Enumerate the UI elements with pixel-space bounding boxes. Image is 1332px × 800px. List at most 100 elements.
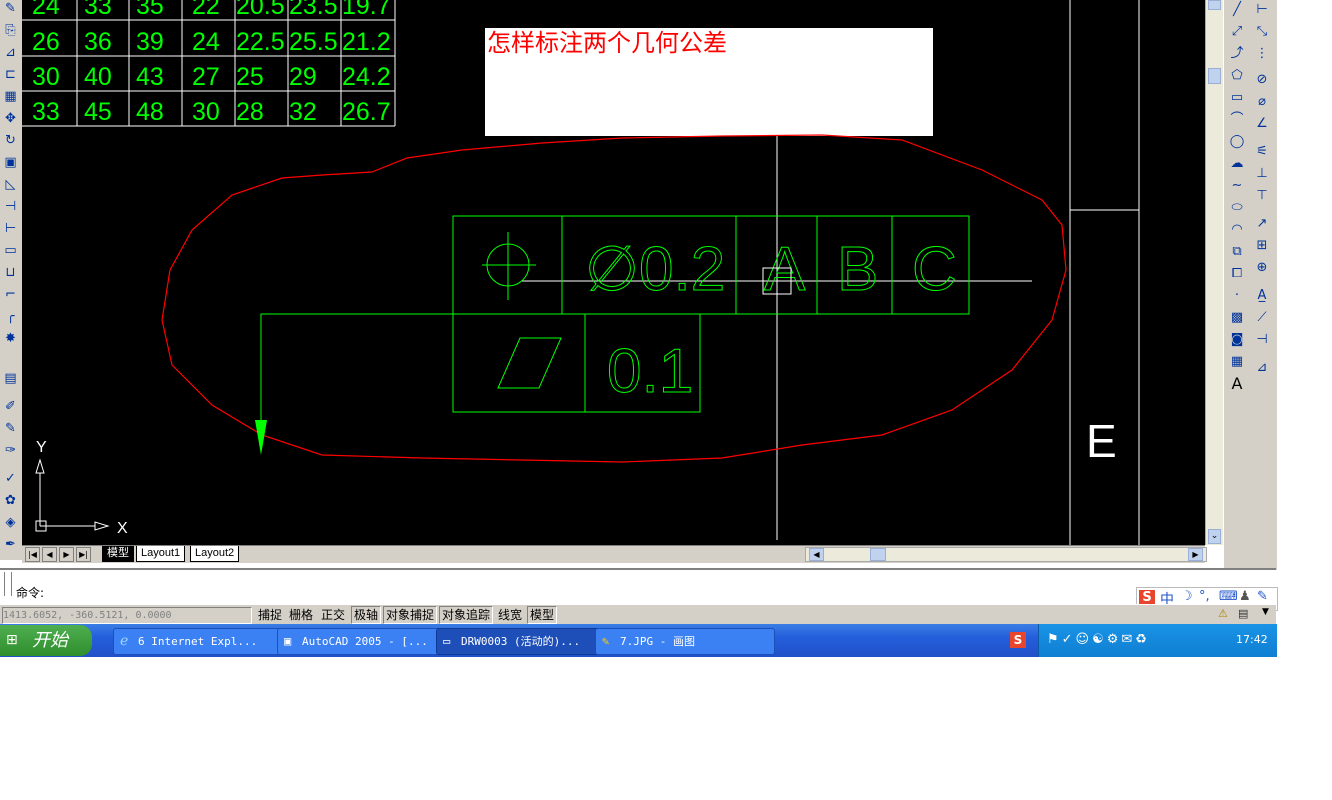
grid-toggle[interactable]: 栅格 (286, 606, 317, 624)
rectangle-icon[interactable]: ▭ (1227, 88, 1247, 108)
vertical-scrollbar[interactable]: ⌄ (1205, 0, 1223, 545)
spline-icon[interactable]: ∼ (1227, 176, 1247, 196)
arc-icon[interactable]: ⌒ (1227, 110, 1247, 130)
grip-icon[interactable] (4, 572, 12, 596)
dimtedit-icon[interactable]: ⟋ (1252, 308, 1272, 328)
tab-model[interactable]: 模型 (102, 546, 134, 562)
ordinate-dim-icon[interactable]: ⋮ (1252, 44, 1272, 64)
angular-dim-icon[interactable]: ∠ (1252, 114, 1272, 134)
scroll-up-icon[interactable] (1208, 0, 1221, 10)
skin-icon[interactable]: ♟ (1239, 589, 1251, 604)
scroll-down-icon[interactable]: ⌄ (1208, 529, 1221, 544)
polyline-icon[interactable]: ⤴ (1227, 44, 1247, 64)
extend-icon[interactable]: ⊢ (2, 220, 19, 237)
dimedit-icon[interactable]: A̲ (1252, 286, 1272, 306)
table-icon[interactable]: ▦ (1227, 352, 1247, 372)
tolerance-icon[interactable]: ⊞ (1252, 236, 1272, 256)
join-icon[interactable]: ⊔ (2, 264, 19, 281)
mirror-icon[interactable]: ⊿ (2, 44, 19, 61)
line-icon[interactable]: ╱ (1227, 0, 1247, 20)
task-autocad[interactable]: ▣ AutoCAD 2005 - [... (277, 628, 457, 655)
pencil-icon[interactable]: ✎ (2, 0, 19, 17)
mtext-icon[interactable]: A (1227, 374, 1247, 394)
task-drw0003[interactable]: ▭ DRW0003 (活动的)... (436, 628, 616, 655)
continue-dim-icon[interactable]: ⊤ (1252, 186, 1272, 206)
break-icon[interactable]: ▭ (2, 242, 19, 259)
model-toggle[interactable]: 模型 (527, 606, 558, 624)
rotate-icon[interactable]: ↻ (2, 132, 19, 149)
leader-icon[interactable]: ↗ (1252, 214, 1272, 234)
match-icon[interactable]: ✎ (2, 420, 19, 437)
hscroll-thumb[interactable] (870, 548, 886, 561)
copy-icon[interactable]: ⎘ (2, 22, 19, 39)
first-tab-icon[interactable]: |◀ (25, 547, 40, 562)
circle-icon[interactable]: ◯ (1227, 132, 1247, 152)
scroll-right-icon[interactable]: ▶ (1188, 548, 1203, 561)
explode-icon[interactable]: ✸ (2, 330, 19, 347)
array-icon[interactable]: ▦ (2, 88, 19, 105)
command-window[interactable]: 命令: (0, 568, 1276, 606)
layer-icon[interactable]: ▤ (2, 370, 19, 387)
ortho-toggle[interactable]: 正交 (318, 606, 349, 624)
point-icon[interactable]: · (1227, 286, 1247, 306)
fillet-icon[interactable]: ╭ (2, 308, 19, 325)
sogou-tray-icon[interactable]: S (1010, 632, 1026, 648)
offset-icon[interactable]: ⊏ (2, 66, 19, 83)
prev-tab-icon[interactable]: ◀ (42, 547, 57, 562)
brush-icon[interactable]: ✑ (2, 442, 19, 459)
scroll-left-icon[interactable]: ◀ (809, 548, 824, 561)
clock[interactable]: 17:42 (1236, 633, 1268, 646)
scroll-thumb[interactable] (1208, 68, 1221, 84)
insert-block-icon[interactable]: ⧉ (1227, 242, 1247, 262)
linear-dim-icon[interactable]: ⊢ (1252, 0, 1272, 20)
tab-layout2[interactable]: Layout2 (190, 546, 240, 562)
last-tab-icon[interactable]: ▶| (76, 547, 91, 562)
punct-icon[interactable]: °, (1199, 589, 1210, 604)
move-icon[interactable]: ✥ (2, 110, 19, 127)
region-icon[interactable]: ◙ (1227, 330, 1247, 350)
update-dim-icon[interactable]: ⊣ (1252, 330, 1272, 350)
chamfer-icon[interactable]: ⌐ (2, 286, 19, 303)
trim-icon[interactable]: ⊣ (2, 198, 19, 215)
palette-icon[interactable]: ✿ (2, 492, 19, 509)
polygon-icon[interactable]: ⬠ (1227, 66, 1247, 86)
coordinate-readout[interactable]: 1413.6052, -360.5121, 0.0000 (2, 607, 252, 624)
polar-toggle[interactable]: 极轴 (351, 606, 382, 624)
radius-dim-icon[interactable]: ⊘ (1252, 70, 1272, 90)
drawing-canvas[interactable]: 24 33 35 22 20.5 23.5 19.7 26 36 39 24 22.5 25.5 21.2… (22, 0, 1205, 545)
lwt-toggle[interactable]: 线宽 (495, 606, 526, 624)
toolbar-lock-icon[interactable]: ▤ (1238, 607, 1248, 620)
moon-icon[interactable]: ☽ (1181, 589, 1193, 604)
tab-layout1[interactable]: Layout1 (136, 546, 186, 562)
properties-icon[interactable]: ✐ (2, 398, 19, 415)
hatch-icon[interactable]: ▩ (1227, 308, 1247, 328)
tag-icon[interactable]: ◈ (2, 514, 19, 531)
dimstyle-icon[interactable]: ⊿ (1252, 358, 1272, 378)
ellipse-arc-icon[interactable]: ◠ (1227, 220, 1247, 240)
ellipse-icon[interactable]: ⬭ (1227, 198, 1247, 218)
start-button[interactable]: ⊞ 开始 (0, 625, 92, 656)
otrack-toggle[interactable]: 对象追踪 (439, 606, 494, 624)
status-menu-icon[interactable]: ▼ (1262, 607, 1269, 617)
snap-toggle[interactable]: 捕捉 (255, 606, 286, 624)
keyboard-icon[interactable]: ⌨ (1219, 589, 1238, 604)
diameter-dim-icon[interactable]: ⌀ (1252, 92, 1272, 112)
next-tab-icon[interactable]: ▶ (59, 547, 74, 562)
quick-dim-icon[interactable]: ⚟ (1252, 142, 1272, 162)
construction-line-icon[interactable]: ⤢ (1227, 22, 1247, 42)
pen-icon[interactable]: ✒ (2, 536, 19, 553)
tray-icons[interactable]: ⚑✓☺☯⚙✉♻ (1047, 632, 1150, 647)
tool-icon[interactable]: ✓ (2, 470, 19, 487)
baseline-dim-icon[interactable]: ⊥ (1252, 164, 1272, 184)
osnap-toggle[interactable]: 对象捕捉 (383, 606, 438, 624)
aligned-dim-icon[interactable]: ⤡ (1252, 22, 1272, 42)
task-paint[interactable]: ✎ 7.JPG - 画图 (595, 628, 775, 655)
task-ie[interactable]: ℯ 6 Internet Expl... (113, 628, 297, 655)
comm-center-icon[interactable]: ⚠ (1218, 607, 1228, 620)
revcloud-icon[interactable]: ☁ (1227, 154, 1247, 174)
horizontal-scrollbar[interactable]: ◀ ▶ (805, 547, 1207, 562)
wrench-icon[interactable]: ✎ (1257, 589, 1268, 604)
scale-icon[interactable]: ▣ (2, 154, 19, 171)
stretch-icon[interactable]: ◺ (2, 176, 19, 193)
center-mark-icon[interactable]: ⊕ (1252, 258, 1272, 278)
